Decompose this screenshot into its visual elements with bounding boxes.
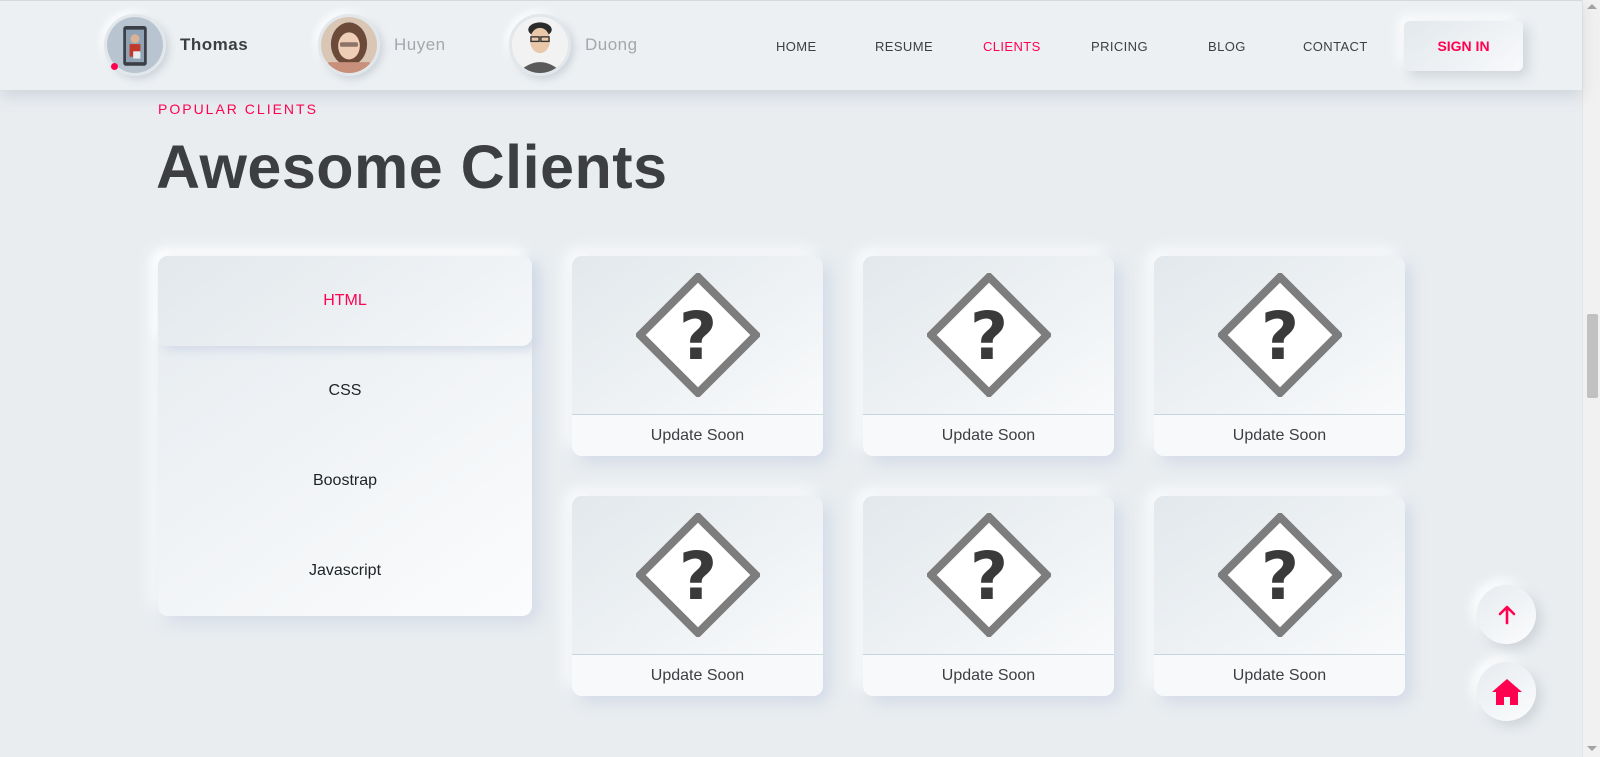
nav-contact[interactable]: CONTACT — [1303, 39, 1368, 54]
card-image: ? — [1154, 256, 1405, 415]
scroll-down-icon[interactable] — [1587, 746, 1597, 751]
card-image: ? — [863, 496, 1114, 655]
tab-bootstrap[interactable]: Boostrap — [158, 436, 532, 526]
status-indicator — [111, 63, 118, 70]
profile-name: Duong — [585, 35, 638, 54]
arrow-up-icon — [1498, 605, 1515, 624]
section-subtitle: POPULAR CLIENTS — [158, 101, 318, 117]
missing-image-icon: ? — [926, 513, 1051, 637]
card-caption: Update Soon — [863, 415, 1114, 456]
avatar-duong — [509, 14, 571, 76]
client-card[interactable]: ? Update Soon — [863, 256, 1114, 456]
svg-text:?: ? — [678, 538, 716, 615]
missing-image-icon: ? — [635, 513, 760, 637]
category-tabs: HTML CSS Boostrap Javascript — [158, 256, 532, 616]
nav-resume[interactable]: RESUME — [875, 39, 933, 54]
card-image: ? — [863, 256, 1114, 415]
sign-in-button[interactable]: SIGN IN — [1404, 21, 1523, 71]
home-icon — [1491, 678, 1522, 705]
card-image: ? — [1154, 496, 1405, 655]
tab-css[interactable]: CSS — [158, 346, 532, 436]
svg-text:?: ? — [969, 298, 1007, 375]
tab-html[interactable]: HTML — [158, 256, 532, 346]
profile-name: Huyen — [394, 35, 446, 54]
svg-text:?: ? — [1260, 298, 1298, 375]
home-button[interactable] — [1477, 662, 1536, 721]
card-caption: Update Soon — [863, 655, 1114, 696]
client-card[interactable]: ? Update Soon — [1154, 256, 1405, 456]
svg-text:?: ? — [1260, 538, 1298, 615]
avatar-huyen — [318, 14, 380, 76]
nav-pricing[interactable]: PRICING — [1091, 39, 1148, 54]
card-image: ? — [572, 496, 823, 655]
card-caption: Update Soon — [1154, 415, 1405, 456]
nav-clients[interactable]: CLIENTS — [983, 39, 1041, 54]
scrollbar-thumb[interactable] — [1587, 314, 1598, 398]
page-scrollbar[interactable] — [1582, 0, 1600, 757]
card-caption: Update Soon — [572, 655, 823, 696]
client-card[interactable]: ? Update Soon — [572, 256, 823, 456]
tab-javascript[interactable]: Javascript — [158, 526, 532, 616]
missing-image-icon: ? — [635, 273, 760, 397]
card-caption: Update Soon — [572, 415, 823, 456]
profile-duong[interactable]: Duong — [509, 14, 638, 76]
missing-image-icon: ? — [926, 273, 1051, 397]
missing-image-icon: ? — [1217, 273, 1342, 397]
profile-huyen[interactable]: Huyen — [318, 14, 446, 76]
svg-text:?: ? — [969, 538, 1007, 615]
scroll-top-button[interactable] — [1477, 585, 1536, 644]
section-title: Awesome Clients — [156, 133, 668, 201]
client-card[interactable]: ? Update Soon — [572, 496, 823, 696]
card-caption: Update Soon — [1154, 655, 1405, 696]
profile-name: Thomas — [180, 35, 249, 54]
nav-blog[interactable]: BLOG — [1208, 39, 1246, 54]
profile-thomas[interactable]: Thomas — [104, 14, 248, 76]
nav-home[interactable]: HOME — [776, 39, 817, 54]
scroll-up-icon[interactable] — [1587, 4, 1597, 9]
missing-image-icon: ? — [1217, 513, 1342, 637]
svg-text:?: ? — [678, 298, 716, 375]
client-card[interactable]: ? Update Soon — [863, 496, 1114, 696]
card-image: ? — [572, 256, 823, 415]
top-header: Thomas Huyen Duong HOME RESUME CLIENTS P… — [0, 0, 1582, 90]
client-card[interactable]: ? Update Soon — [1154, 496, 1405, 696]
